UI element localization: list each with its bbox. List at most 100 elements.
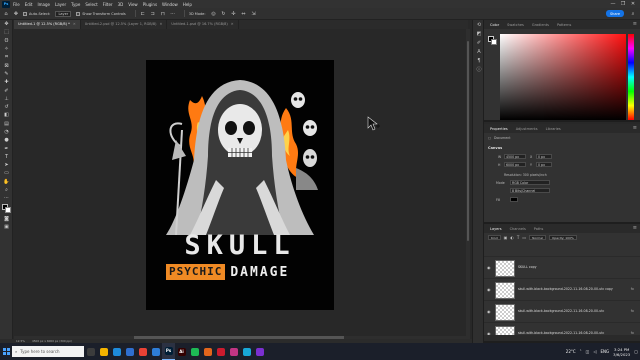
share-button[interactable]: Share (606, 10, 624, 17)
tab-adjustments[interactable]: Adjustments (512, 127, 542, 131)
taskbar-app-photoshop[interactable]: Ps (162, 343, 175, 360)
eyedropper-tool-icon[interactable]: ✎ (0, 70, 13, 78)
visibility-eye-icon[interactable]: ◉ (487, 265, 491, 270)
start-button[interactable] (0, 343, 12, 360)
document-canvas[interactable]: SKULL PSYCHIC DAMAGE (146, 60, 334, 310)
menu-select[interactable]: Select (85, 2, 97, 7)
fill-color-swatch[interactable] (510, 197, 518, 202)
tab-paths[interactable]: Paths (530, 227, 548, 231)
orbit-icon[interactable]: ◎ (211, 11, 217, 17)
visibility-eye-icon[interactable]: ◉ (487, 309, 491, 314)
menu-window[interactable]: Window (162, 2, 178, 7)
close-icon[interactable]: ✕ (231, 20, 234, 29)
weather-text[interactable]: 22°C (566, 349, 576, 354)
gradient-tool-icon[interactable]: ▤ (0, 120, 13, 128)
tab-color[interactable]: Color (486, 23, 503, 27)
scrollbar-thumb[interactable] (467, 41, 469, 241)
volume-icon[interactable]: ◁ (593, 349, 596, 354)
tab-properties[interactable]: Properties (486, 127, 512, 131)
distribute-icon[interactable]: ⋯ (170, 11, 176, 17)
roll-icon[interactable]: ↻ (221, 11, 227, 17)
taskbar-app-music[interactable] (188, 343, 201, 360)
maximize-button[interactable]: ❐ (618, 0, 628, 8)
magic-wand-tool-icon[interactable]: ✧ (0, 45, 13, 53)
align-center-icon[interactable]: ⊐ (150, 11, 156, 17)
marquee-tool-icon[interactable]: ⬚ (0, 28, 13, 36)
transform-controls-checkbox[interactable] (76, 11, 81, 16)
pen-tool-icon[interactable]: ✒ (0, 144, 13, 152)
background-color-swatch[interactable] (491, 39, 497, 45)
taskbar-app-illustrator[interactable]: Ai (175, 343, 188, 360)
tab-gradients[interactable]: Gradients (528, 23, 553, 27)
taskbar-app-opera[interactable] (214, 343, 227, 360)
taskbar-app-chrome[interactable] (136, 343, 149, 360)
opacity-field[interactable]: Opacity: 100% (548, 235, 577, 240)
taskbar-app-task-view[interactable] (84, 343, 97, 360)
type-tool-icon[interactable]: T (0, 153, 13, 161)
dodge-tool-icon[interactable]: ● (0, 136, 13, 144)
blur-tool-icon[interactable]: ◔ (0, 128, 13, 136)
mode-dropdown[interactable]: RGB Color (510, 180, 550, 185)
frame-tool-icon[interactable]: ⊠ (0, 61, 13, 69)
clock[interactable]: 3:24 PM 3/6/2023 (613, 347, 630, 357)
move-tool-icon[interactable]: ✥ (0, 20, 13, 28)
menu-filter[interactable]: Filter (103, 2, 113, 7)
menu-type[interactable]: Type (71, 2, 80, 7)
color-picker-field[interactable] (500, 34, 626, 120)
taskbar-app-edge[interactable] (110, 343, 123, 360)
healing-brush-tool-icon[interactable]: ✚ (0, 78, 13, 86)
taskbar-search[interactable]: ⌕ Type here to search (12, 346, 84, 357)
menu-edit[interactable]: Edit (25, 2, 33, 7)
minimize-button[interactable]: — (608, 0, 618, 8)
taskbar-app-snip[interactable] (201, 343, 214, 360)
filter-type-icon[interactable]: T (517, 235, 519, 240)
align-right-icon[interactable]: ⊓ (160, 11, 166, 17)
bit-depth-dropdown[interactable]: 8 Bits/Channel (510, 188, 550, 193)
background-color-swatch[interactable] (5, 206, 11, 213)
filter-adjustment-icon[interactable]: ◐ (510, 235, 514, 240)
layer-effects-icon[interactable]: fx (631, 309, 634, 313)
menu-3d[interactable]: 3D (118, 2, 124, 7)
eraser-tool-icon[interactable]: ◧ (0, 111, 13, 119)
panel-menu-icon[interactable]: ≡ (633, 21, 637, 27)
vertical-scrollbar[interactable] (466, 29, 470, 342)
lasso-tool-icon[interactable]: ʘ (0, 37, 13, 45)
width-field[interactable]: 4500 px (504, 154, 526, 159)
color-swatches[interactable] (0, 203, 12, 215)
blend-mode-dropdown[interactable]: Normal (529, 235, 546, 240)
tab-untitled-1-psd[interactable]: Untitled-1.psd @ 16.7% (RGB/8) ✕ (167, 20, 239, 29)
history-brush-tool-icon[interactable]: ↺ (0, 103, 13, 111)
height-field[interactable]: 6000 px (504, 162, 526, 167)
x-field[interactable]: 0 px (536, 154, 552, 159)
taskbar-app-explorer[interactable] (97, 343, 110, 360)
more-tools-icon[interactable]: ⋯ (0, 194, 13, 202)
tab-libraries[interactable]: Libraries (542, 127, 565, 131)
rectangle-tool-icon[interactable]: ▭ (0, 169, 13, 177)
filter-pixel-icon[interactable]: ▣ (504, 235, 508, 240)
menu-help[interactable]: Help (183, 2, 192, 7)
tab-untitled-2[interactable]: Untitled-2.psd @ 12.5% (Layer 1, RGB/8) ✕ (81, 20, 168, 29)
menu-layer[interactable]: Layer (55, 2, 66, 7)
tab-channels[interactable]: Channels (506, 227, 530, 231)
zoom-tool-icon[interactable]: ⌕ (0, 186, 13, 194)
notifications-icon[interactable]: ▢ (634, 349, 638, 354)
close-icon[interactable]: ✕ (73, 20, 76, 29)
layer-kind-filter[interactable]: Kind (488, 235, 501, 240)
visibility-eye-icon[interactable]: ◉ (487, 287, 491, 292)
scale-icon[interactable]: ⇲ (251, 11, 257, 17)
tab-layers[interactable]: Layers (486, 227, 506, 231)
tab-untitled-1[interactable]: Untitled-1 @ 12.5% (RGB/8) * ✕ (14, 20, 81, 29)
menu-view[interactable]: View (128, 2, 138, 7)
menu-file[interactable]: File (13, 2, 20, 7)
layer-effects-icon[interactable]: fx (631, 287, 634, 291)
filter-shape-icon[interactable]: ▭ (522, 235, 526, 240)
menu-plugins[interactable]: Plugins (143, 2, 157, 7)
search-icon[interactable]: ⌕ (630, 10, 636, 17)
tab-swatches[interactable]: Swatches (503, 23, 528, 27)
network-icon[interactable]: ◫ (586, 349, 590, 354)
language-indicator[interactable]: ENG (601, 349, 610, 354)
panel-menu-icon[interactable]: ≡ (633, 125, 637, 131)
brush-tool-icon[interactable]: ✐ (0, 86, 13, 94)
slide-icon[interactable]: ⇔ (241, 11, 247, 17)
home-icon[interactable]: ⌂ (3, 11, 9, 17)
